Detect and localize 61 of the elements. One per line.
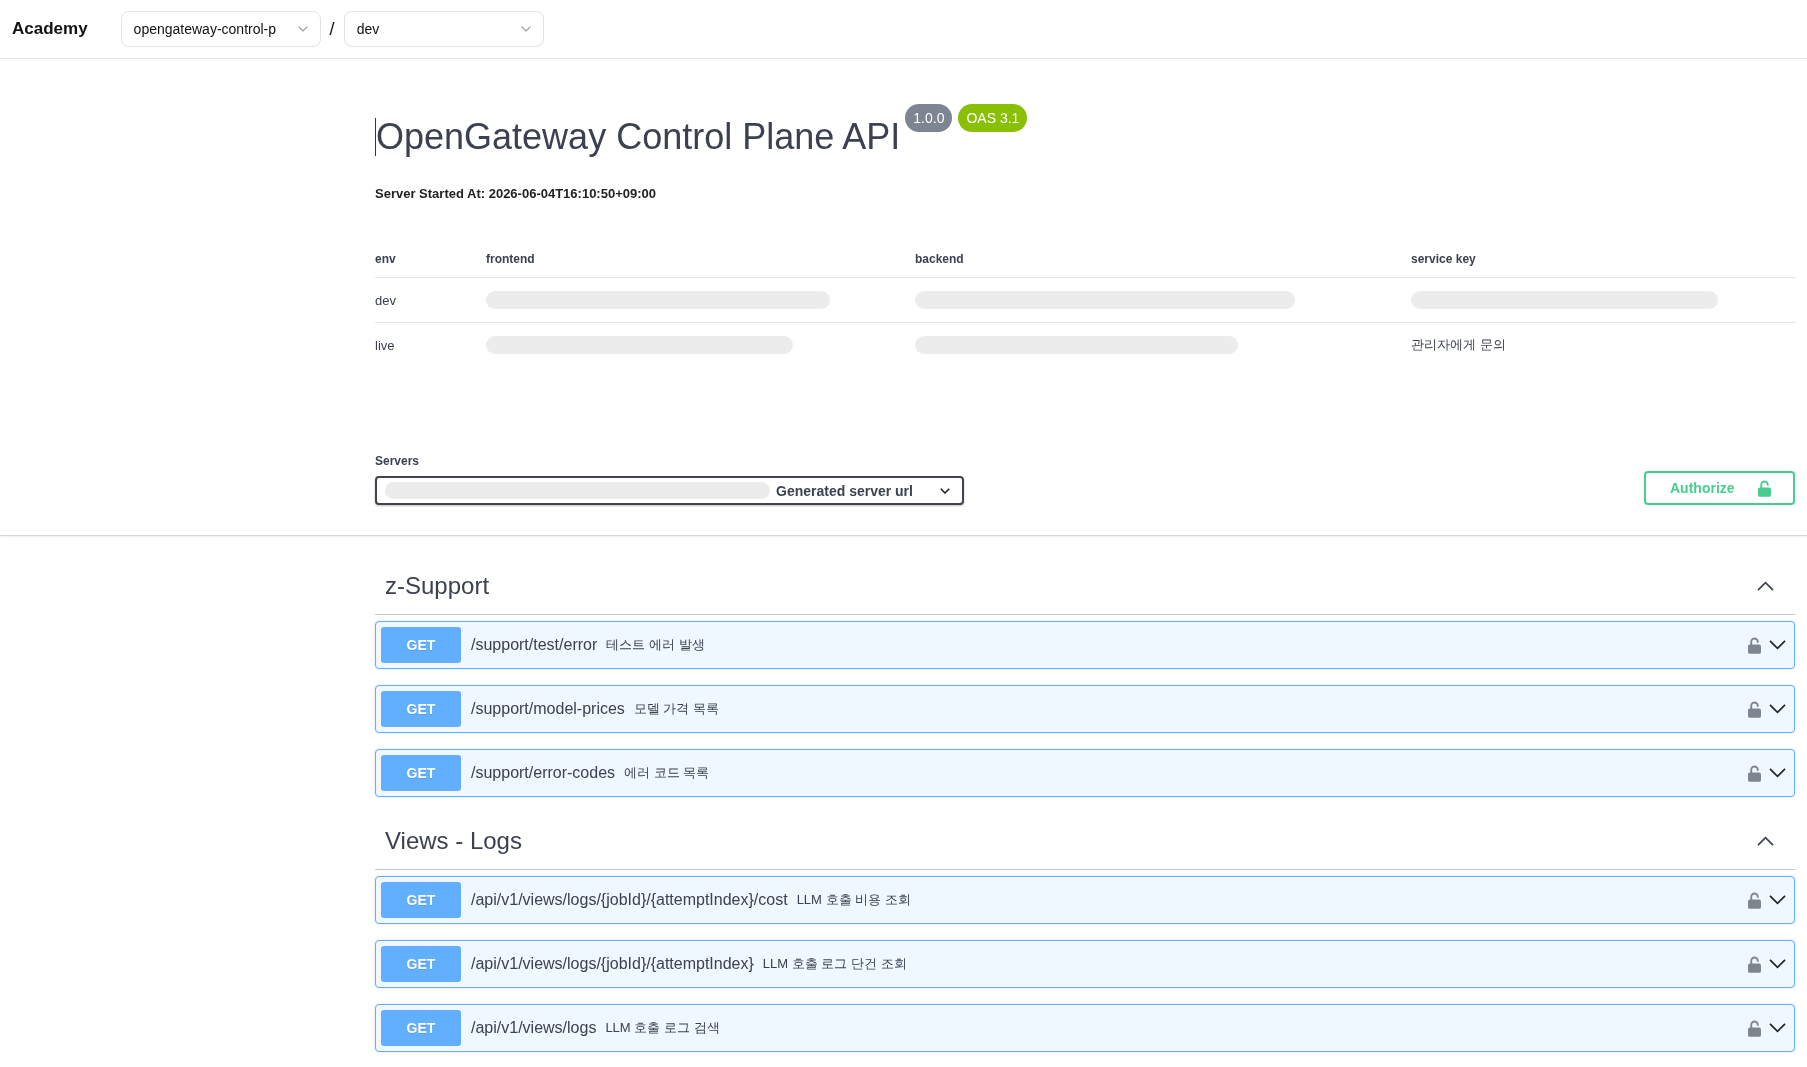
chevron-up-icon[interactable] <box>1757 835 1774 846</box>
method-badge: GET <box>381 1010 461 1046</box>
version-badge: 1.0.0 <box>905 104 953 132</box>
server-select[interactable]: Generated server url <box>375 476 964 505</box>
endpoint-summary: 에러 코드 목록 <box>624 764 710 782</box>
project-select[interactable]: opengateway-control-p <box>120 11 321 47</box>
chevron-up-icon[interactable] <box>1757 580 1774 591</box>
column-header: frontend <box>486 251 536 266</box>
chevron-down-icon[interactable] <box>1769 768 1786 778</box>
padlock-icon[interactable] <box>1748 636 1761 654</box>
servers-label: Servers <box>375 454 421 468</box>
endpoint-path: /api/v1/views/logs/{jobId}/{attemptIndex} <box>471 955 754 973</box>
chevron-down-icon[interactable] <box>1769 959 1786 969</box>
operation-row[interactable]: GET /support/error-codes 에러 코드 목록 <box>375 749 1795 797</box>
section-title[interactable]: Views - Logs <box>385 826 522 855</box>
endpoint-summary: LLM 호출 비용 조회 <box>796 891 911 909</box>
path-separator: / <box>329 18 335 40</box>
operation-row[interactable]: GET /support/test/error 테스트 에러 발생 <box>375 621 1795 669</box>
method-badge: GET <box>381 946 461 982</box>
environment-select[interactable]: dev <box>343 11 544 47</box>
operation-row[interactable]: GET /support/model-prices 모델 가격 목록 <box>375 685 1795 733</box>
padlock-icon[interactable] <box>1748 955 1761 973</box>
api-title: OpenGateway Control Plane API <box>376 115 901 158</box>
operation-row[interactable]: GET /api/v1/views/logs/{jobId}/{attemptIndex}/cost LLM 호출 비용 조회 <box>375 876 1795 924</box>
endpoint-summary: 테스트 에러 발생 <box>606 636 705 654</box>
spec-version-badge: OAS 3.1 <box>958 104 1028 132</box>
method-badge: GET <box>381 691 461 727</box>
chevron-down-icon <box>520 26 531 32</box>
env-name: dev <box>375 292 396 308</box>
column-header: env <box>375 251 397 266</box>
chevron-down-icon[interactable] <box>1769 640 1786 650</box>
padlock-icon[interactable] <box>1748 764 1761 782</box>
method-badge: GET <box>381 627 461 663</box>
chevron-down-icon <box>297 26 308 32</box>
padlock-icon[interactable] <box>1748 700 1761 718</box>
endpoint-path: /support/model-prices <box>471 700 625 718</box>
endpoint-path: /support/test/error <box>471 636 598 654</box>
column-header: backend <box>915 251 965 266</box>
chevron-down-icon[interactable] <box>1769 1023 1786 1033</box>
endpoint-path: /support/error-codes <box>471 764 616 782</box>
method-badge: GET <box>381 755 461 791</box>
endpoint-summary: 모델 가격 목록 <box>633 700 720 718</box>
chevron-down-icon[interactable] <box>1769 704 1786 714</box>
operation-row[interactable]: GET /api/v1/views/logs LLM 호출 로그 검색 <box>375 1004 1795 1052</box>
endpoint-path: /api/v1/views/logs/{jobId}/{attemptIndex}/cost <box>471 891 788 909</box>
chevron-down-icon[interactable] <box>1769 895 1786 905</box>
endpoint-summary: LLM 호출 로그 검색 <box>605 1019 720 1037</box>
padlock-icon[interactable] <box>1748 1019 1761 1037</box>
service-key-value: 관리자에게 문의 <box>1411 336 1506 354</box>
chevron-down-icon <box>940 487 950 494</box>
server-started-text: Server Started At: 2026-06-04T16:10:50+09:00 <box>375 185 657 202</box>
brand-name: Academy <box>12 19 88 39</box>
operation-row[interactable]: GET /api/v1/views/logs/{jobId}/{attemptIndex} LLM 호출 로그 단건 조회 <box>375 940 1795 988</box>
method-badge: GET <box>381 882 461 918</box>
section-title[interactable]: z-Support <box>385 571 490 600</box>
padlock-icon[interactable] <box>1748 891 1761 909</box>
column-header: service key <box>1411 251 1477 266</box>
text-cursor-icon <box>375 118 376 156</box>
endpoint-path: /api/v1/views/logs <box>471 1019 597 1037</box>
env-name: live <box>375 337 395 353</box>
endpoint-summary: LLM 호출 로그 단건 조회 <box>762 955 907 973</box>
